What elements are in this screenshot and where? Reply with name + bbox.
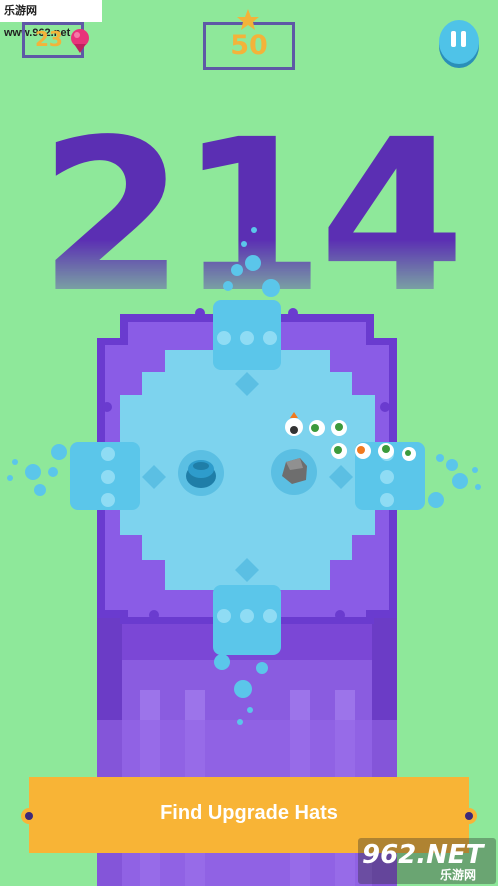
water-floor [120,350,375,590]
water-channel-bottom [213,585,281,655]
rock-icon [271,449,317,495]
banner-label: Find Upgrade Hats [160,802,338,824]
hole-icon [178,450,224,496]
watermark-sub: 乐游网 [440,868,477,882]
water-channel-top [213,300,281,370]
game-board [7,227,481,886]
water-channel-left [70,442,140,510]
